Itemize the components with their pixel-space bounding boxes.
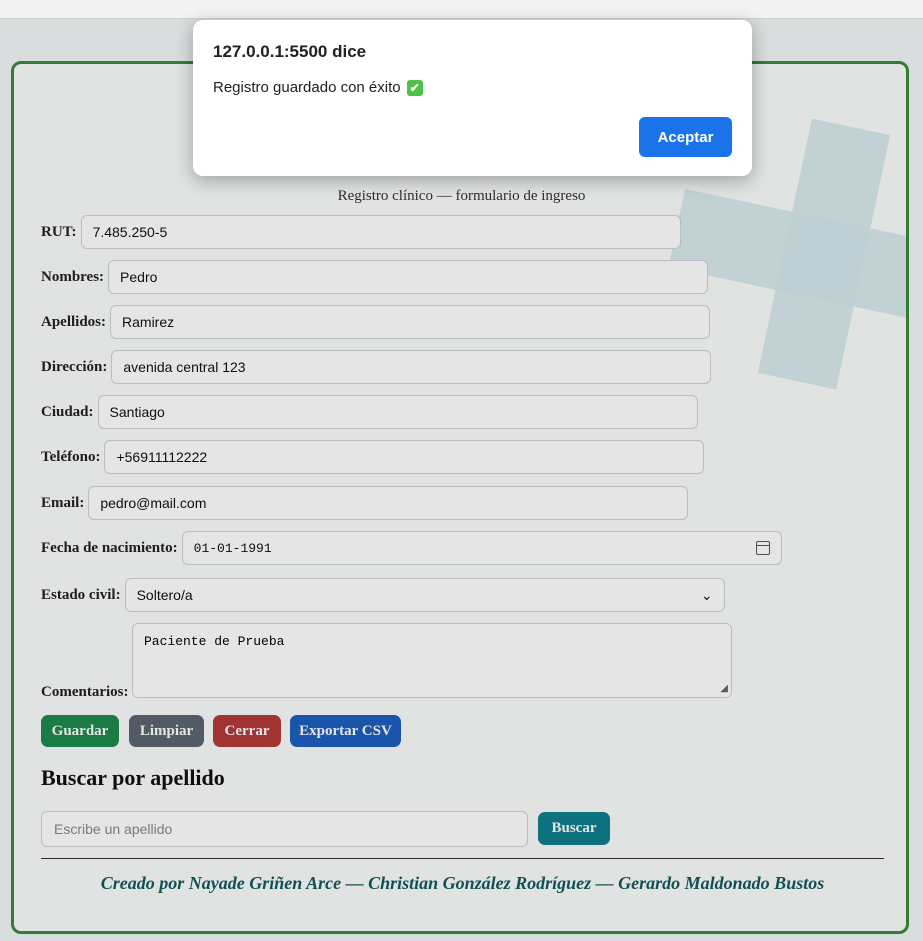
dialog-title: 127.0.0.1:5500 dice: [213, 42, 367, 61]
browser-top-bar: [0, 0, 923, 19]
dialog-message-row: Registro guardado con éxito ✔: [213, 79, 423, 96]
alert-dialog: 127.0.0.1:5500 dice Registro guardado co…: [193, 20, 752, 176]
aceptar-button[interactable]: Aceptar: [639, 117, 732, 157]
check-mark-icon: ✔: [406, 79, 423, 96]
dialog-message: Registro guardado con éxito: [213, 79, 401, 96]
